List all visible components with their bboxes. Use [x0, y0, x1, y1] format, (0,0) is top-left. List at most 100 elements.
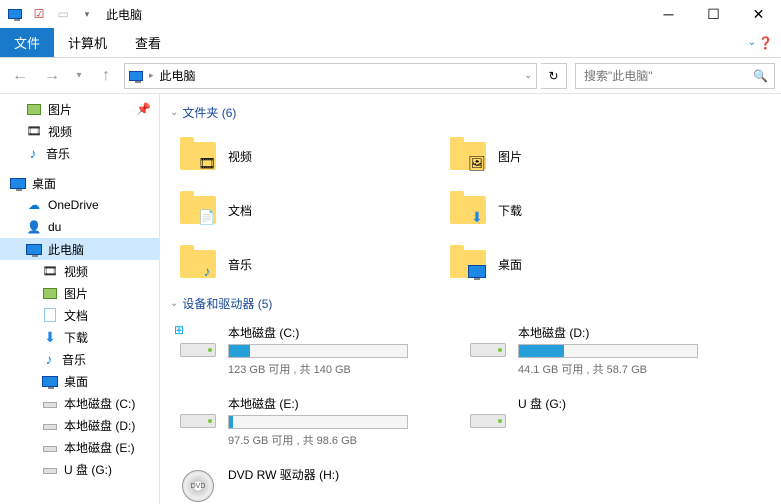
close-button[interactable]: ✕ [736, 0, 781, 28]
folder-label: 下载 [498, 202, 522, 219]
sidebar-item-label: 图片 [64, 285, 88, 302]
drive-c[interactable]: ⊞ 本地磁盘 (C:) 123 GB 可用 , 共 140 GB [170, 320, 460, 381]
tab-view[interactable]: 查看 [121, 28, 175, 57]
sidebar-item-desktop-root[interactable]: 桌面 [0, 172, 159, 194]
maximize-button[interactable]: ☐ [691, 0, 736, 28]
music-icon: ♪ [42, 352, 56, 366]
folder-label: 音乐 [228, 256, 252, 273]
sidebar-item-pc-pictures[interactable]: 图片 [0, 282, 159, 304]
chevron-down-icon: ⌄ [748, 37, 756, 48]
sidebar-item-label: 此电脑 [48, 241, 84, 258]
desktop-icon [448, 244, 488, 284]
capacity-bar [518, 344, 698, 358]
disk-icon [42, 395, 58, 411]
sidebar-item-thispc[interactable]: 此电脑 [0, 238, 159, 260]
tab-computer[interactable]: 计算机 [54, 28, 121, 57]
chevron-down-icon: ⌄ [170, 107, 178, 118]
sidebar-item-pc-documents[interactable]: 文档 [0, 304, 159, 326]
drive-status: 123 GB 可用 , 共 140 GB [228, 361, 452, 377]
address-dropdown-icon[interactable]: ⌄ [524, 70, 532, 81]
documents-icon: 📄 [178, 190, 218, 230]
system-icon[interactable] [4, 3, 26, 25]
qat-newfolder-icon[interactable]: ▭ [52, 3, 74, 25]
drive-e[interactable]: 本地磁盘 (E:) 97.5 GB 可用 , 共 98.6 GB [170, 391, 460, 452]
sidebar-item-label: du [48, 220, 61, 234]
folder-label: 图片 [498, 148, 522, 165]
thispc-icon [26, 241, 42, 257]
sidebar-item-pc-videos[interactable]: 🎞 视频 [0, 260, 159, 282]
address-chevron-icon[interactable]: ▸ [149, 70, 154, 81]
up-button[interactable]: ↑ [92, 62, 120, 90]
help-icon: ❓ [758, 36, 773, 50]
drive-d[interactable]: 本地磁盘 (D:) 44.1 GB 可用 , 共 58.7 GB [460, 320, 750, 381]
drive-name: U 盘 (G:) [518, 395, 742, 412]
folder-desktop[interactable]: 桌面 [440, 237, 710, 291]
refresh-button[interactable]: ↻ [541, 63, 567, 89]
disk-icon [42, 417, 58, 433]
content-pane: ⌄ 文件夹 (6) 🎞 视频 🖼 图片 📄 文档 ⬇ 下载 ♪ 音乐 [160, 94, 781, 504]
videos-icon: 🎞 [178, 136, 218, 176]
drive-name: 本地磁盘 (C:) [228, 324, 452, 341]
sidebar-item-user[interactable]: 👤 du [0, 216, 159, 238]
sidebar-item-pictures[interactable]: 图片 📌 [0, 98, 159, 120]
sidebar-item-disk-c[interactable]: 本地磁盘 (C:) [0, 392, 159, 414]
drive-status: 97.5 GB 可用 , 共 98.6 GB [228, 432, 452, 448]
folder-downloads[interactable]: ⬇ 下载 [440, 183, 710, 237]
group-header-drives[interactable]: ⌄ 设备和驱动器 (5) [170, 295, 771, 312]
pictures-icon [42, 285, 58, 301]
sidebar-item-pc-downloads[interactable]: ⬇ 下载 [0, 326, 159, 348]
drive-dvd[interactable]: DVD DVD RW 驱动器 (H:) [170, 462, 460, 504]
folder-label: 视频 [228, 148, 252, 165]
folder-label: 桌面 [498, 256, 522, 273]
folder-videos[interactable]: 🎞 视频 [170, 129, 440, 183]
back-button[interactable]: ← [6, 62, 34, 90]
sidebar-item-disk-e[interactable]: 本地磁盘 (E:) [0, 436, 159, 458]
group-header-folders[interactable]: ⌄ 文件夹 (6) [170, 104, 771, 121]
dvd-icon: DVD [178, 466, 218, 504]
sidebar-item-label: 桌面 [64, 373, 88, 390]
sidebar-item-music[interactable]: ♪ 音乐 [0, 142, 159, 164]
usb-icon [42, 461, 58, 477]
downloads-icon: ⬇ [448, 190, 488, 230]
ribbon-tabs: 文件 计算机 查看 ⌄❓ [0, 28, 781, 58]
music-icon: ♪ [178, 244, 218, 284]
drive-g[interactable]: U 盘 (G:) [460, 391, 750, 452]
history-dropdown[interactable]: ▾ [70, 62, 88, 90]
sidebar-item-label: 音乐 [46, 145, 70, 162]
sidebar-item-label: 视频 [48, 123, 72, 140]
qat-properties-icon[interactable]: ☑ [28, 3, 50, 25]
search-icon: 🔍 [753, 69, 768, 83]
sidebar-item-label: OneDrive [48, 198, 99, 212]
folder-music[interactable]: ♪ 音乐 [170, 237, 440, 291]
search-box[interactable]: 🔍 [575, 63, 775, 89]
ribbon-help[interactable]: ⌄❓ [740, 28, 781, 57]
sidebar-item-label: 桌面 [32, 175, 56, 192]
minimize-button[interactable]: ─ [646, 0, 691, 28]
window-title: 此电脑 [106, 6, 142, 23]
sidebar-item-pc-music[interactable]: ♪ 音乐 [0, 348, 159, 370]
sidebar-item-disk-g[interactable]: U 盘 (G:) [0, 458, 159, 480]
qat-dropdown-icon[interactable]: ▾ [76, 3, 98, 25]
sidebar-item-disk-d[interactable]: 本地磁盘 (D:) [0, 414, 159, 436]
folder-documents[interactable]: 📄 文档 [170, 183, 440, 237]
videos-icon: 🎞 [42, 263, 58, 279]
disk-icon: ⊞ [178, 324, 218, 364]
capacity-bar [228, 415, 408, 429]
pin-icon: 📌 [136, 102, 151, 116]
onedrive-icon: ☁ [26, 197, 42, 213]
tab-file[interactable]: 文件 [0, 28, 54, 57]
sidebar-item-label: 音乐 [62, 351, 86, 368]
sidebar-item-onedrive[interactable]: ☁ OneDrive [0, 194, 159, 216]
sidebar-item-videos[interactable]: 🎞 视频 [0, 120, 159, 142]
address-bar[interactable]: ▸ 此电脑 ⌄ [124, 63, 537, 89]
sidebar-item-pc-desktop[interactable]: 桌面 [0, 370, 159, 392]
folder-pictures[interactable]: 🖼 图片 [440, 129, 710, 183]
sidebar-item-label: 本地磁盘 (D:) [64, 417, 135, 434]
drive-name: DVD RW 驱动器 (H:) [228, 466, 452, 483]
search-input[interactable] [582, 68, 753, 84]
capacity-bar [228, 344, 408, 358]
breadcrumb[interactable]: 此电脑 [160, 67, 196, 84]
sidebar-item-label: 图片 [48, 101, 72, 118]
forward-button[interactable]: → [38, 62, 66, 90]
user-icon: 👤 [26, 219, 42, 235]
